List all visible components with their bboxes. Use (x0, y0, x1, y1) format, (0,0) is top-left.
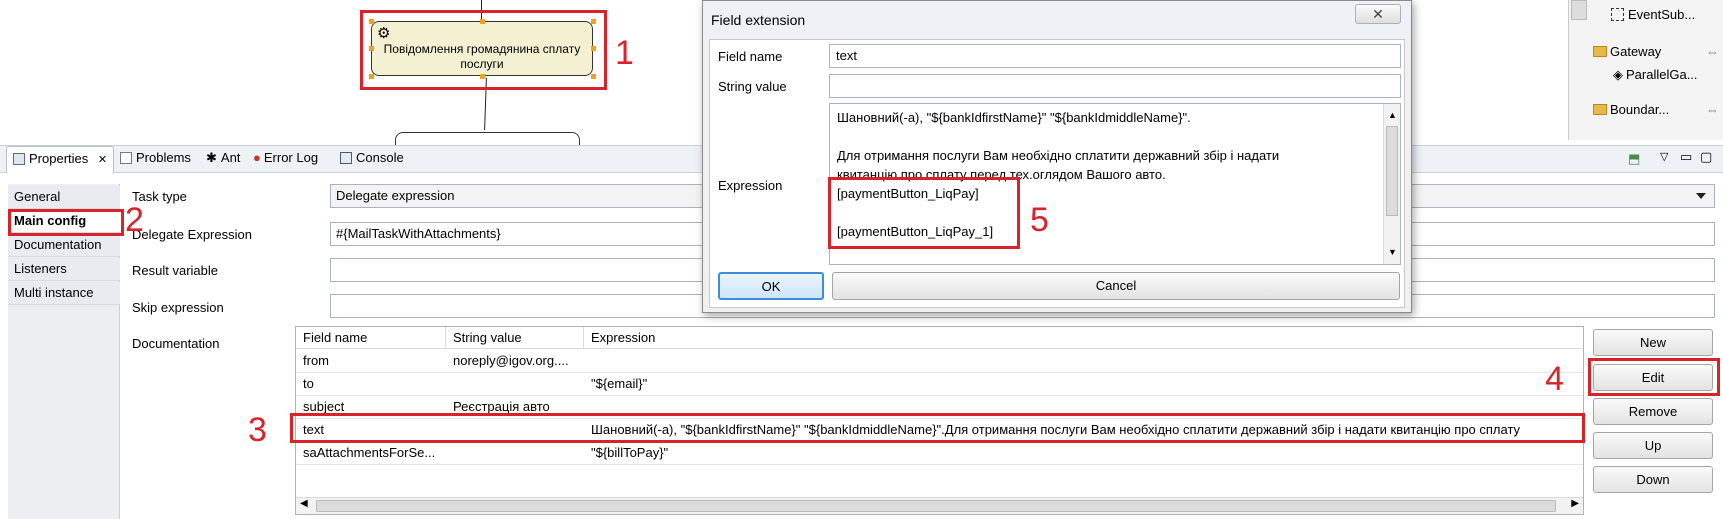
table-row[interactable]: from noreply@igov.org.... (296, 350, 1583, 373)
close-icon: ✕ (1372, 6, 1384, 22)
next-task-node[interactable] (395, 132, 580, 146)
result-variable-label: Result variable (132, 263, 218, 278)
dialog-body: Field name text String value Expression … (709, 39, 1405, 308)
skip-expression-label: Skip expression (132, 300, 224, 315)
field-name-input[interactable]: text (829, 44, 1401, 68)
cell-expression (584, 350, 1583, 373)
properties-icon (13, 153, 25, 165)
parallel-gateway-icon: ◈ (1613, 67, 1623, 82)
cell-string-value (446, 373, 584, 396)
collapse-icon[interactable]: ⇔ (1706, 44, 1719, 59)
scroll-left-icon[interactable]: ◀ (300, 498, 308, 509)
expression-line: Для отримання послуги Вам необхідно спла… (837, 148, 1280, 163)
field-name-label: Field name (718, 49, 783, 64)
delegate-expression-label: Delegate Expression (132, 227, 252, 242)
tab-console[interactable]: Console (340, 150, 404, 165)
sidebar-item-multi-instance[interactable]: Multi instance (8, 282, 120, 305)
scroll-up-icon[interactable]: ▲ (1388, 106, 1397, 125)
palette-item-eventsub[interactable]: EventSub... (1611, 7, 1695, 22)
cell-field-name: saAttachmentsForSe... (303, 445, 436, 460)
cancel-button[interactable]: Cancel (832, 272, 1400, 300)
palette-category-gateway[interactable]: Gateway (1593, 44, 1661, 59)
sidebar-item-documentation[interactable]: Documentation (8, 234, 120, 257)
annotation-box-5 (828, 177, 1020, 249)
tab-properties[interactable]: Properties ✕ (6, 146, 115, 173)
down-button[interactable]: Down (1593, 466, 1713, 493)
close-icon[interactable]: ✕ (98, 154, 107, 166)
annotation-number-1: 1 (615, 34, 634, 72)
cell-field-name: to (303, 376, 314, 391)
dialog-close-button[interactable]: ✕ (1355, 4, 1401, 24)
palette: EventSub... Gateway ◈ ParallelGa... Bound… (1568, 0, 1723, 140)
remove-button[interactable]: Remove (1593, 398, 1713, 425)
annotation-box-2 (8, 209, 124, 236)
scroll-right-icon[interactable]: ▶ (1571, 498, 1579, 509)
annotation-box-1 (360, 10, 607, 90)
expression-label: Expression (718, 178, 783, 193)
cell-string-value: noreply@igov.org.... (453, 353, 569, 368)
cell-field-name: from (303, 353, 329, 368)
ant-icon: ✱ (206, 150, 217, 165)
expression-line: Шановний(-а), "${bankIdfirstName}" "${ba… (837, 110, 1191, 125)
expression-line (837, 127, 1393, 146)
new-button[interactable]: New (1593, 329, 1713, 356)
documentation-label: Documentation (132, 336, 220, 351)
folder-icon (1593, 104, 1607, 115)
column-header-expression[interactable]: Expression (584, 327, 1583, 349)
event-subprocess-icon (1611, 8, 1624, 21)
column-header-string-value[interactable]: String value (446, 327, 584, 349)
table-row[interactable]: to "${email}" (296, 373, 1583, 396)
view-menu-icon[interactable]: ▽ (1660, 150, 1668, 163)
chevron-down-icon (1696, 193, 1706, 199)
tab-problems[interactable]: Problems (120, 150, 191, 165)
annotation-number-2: 2 (125, 201, 144, 239)
field-extension-dialog: Field extension ✕ Field name text String… (702, 0, 1412, 313)
annotation-number-3: 3 (248, 411, 267, 449)
annotation-box-3 (290, 413, 1585, 443)
console-icon (340, 152, 352, 164)
cell-expression: "${email}" (591, 376, 648, 391)
scrollbar-thumb[interactable] (1386, 126, 1398, 216)
scroll-down-icon[interactable]: ▼ (1388, 243, 1397, 262)
scrollbar-thumb[interactable] (316, 500, 1556, 512)
sidebar-item-general[interactable]: General (8, 186, 120, 209)
cell-expression: "${billToPay}" (591, 445, 669, 460)
problems-icon (120, 152, 132, 164)
palette-item-parallel-gateway[interactable]: ◈ ParallelGa... (1613, 67, 1698, 83)
minimize-icon[interactable]: ▭ (1680, 149, 1692, 165)
palette-scrollbar[interactable] (1571, 0, 1587, 20)
palette-category-boundary[interactable]: Boundar... (1593, 102, 1669, 117)
error-log-icon: ● (253, 150, 261, 165)
ok-button[interactable]: OK (718, 272, 824, 300)
annotation-box-4 (1588, 358, 1720, 396)
pin-icon[interactable]: ⬒ (1628, 151, 1640, 167)
collapse-icon[interactable]: ⇔ (1706, 102, 1719, 117)
table-row[interactable]: saAttachmentsForSe... "${billToPay}" (296, 442, 1583, 465)
horizontal-scrollbar[interactable]: ◀ ▶ (296, 497, 1583, 514)
column-header-field-name[interactable]: Field name (296, 327, 446, 349)
cell-string-value (446, 442, 584, 465)
vertical-scrollbar[interactable]: ▲ ▼ (1383, 104, 1400, 264)
folder-icon (1593, 46, 1607, 57)
maximize-icon[interactable]: ▢ (1700, 149, 1712, 165)
up-button[interactable]: Up (1593, 432, 1713, 459)
annotation-number-5: 5 (1030, 201, 1049, 239)
tab-ant[interactable]: ✱ Ant (206, 150, 240, 166)
tab-error-log[interactable]: ● Error Log (253, 150, 318, 165)
string-value-input[interactable] (829, 74, 1401, 98)
string-value-label: String value (718, 79, 787, 94)
dialog-title: Field extension (703, 1, 1411, 39)
annotation-number-4: 4 (1545, 360, 1564, 398)
sidebar-item-listeners[interactable]: Listeners (8, 258, 120, 281)
